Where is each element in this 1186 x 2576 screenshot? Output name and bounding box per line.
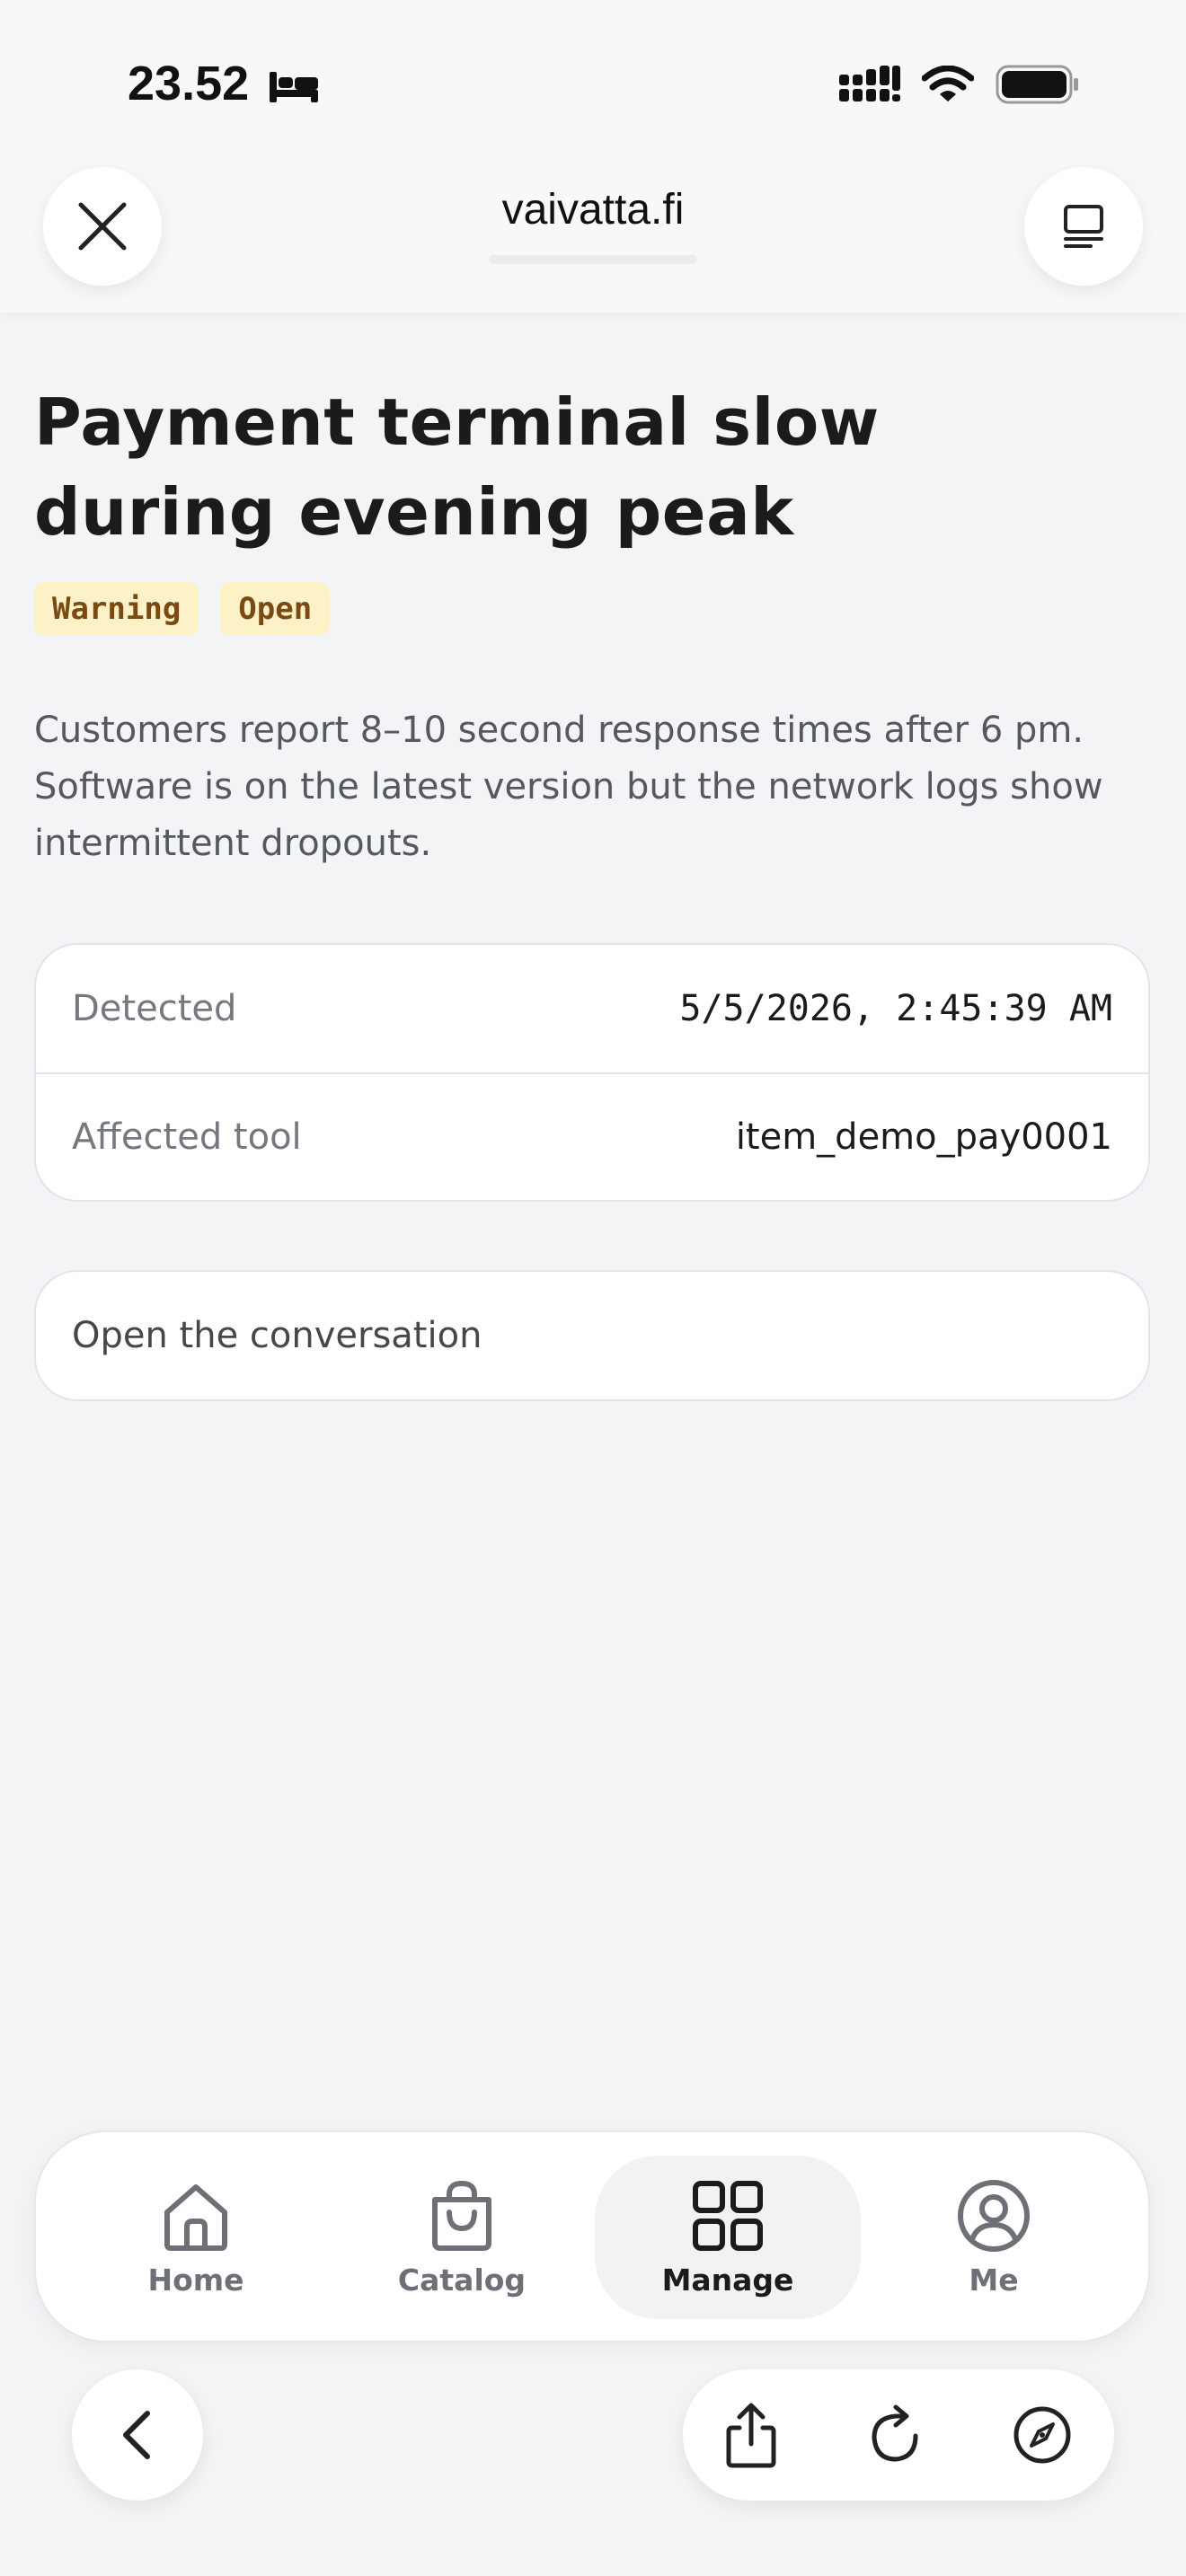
open-conversation-label: Open the conversation <box>72 1315 482 1356</box>
detail-row-detected: Detected 5/5/2026, 2:45:39 AM <box>36 945 1148 1072</box>
tab-label: Home <box>147 2262 244 2298</box>
browser-actions-pill <box>683 2369 1114 2501</box>
tab-label: Me <box>969 2262 1019 2298</box>
status-badge: Open <box>220 582 331 636</box>
page-load-indicator <box>489 255 697 264</box>
page-title: Payment terminal slow during evening pea… <box>34 384 880 550</box>
wifi-icon <box>922 66 974 101</box>
compass-button[interactable] <box>1006 2399 1078 2471</box>
detail-label: Affected tool <box>72 1116 302 1158</box>
status-time: 23.52 <box>128 57 250 110</box>
share-button[interactable] <box>715 2399 787 2471</box>
share-icon <box>726 2403 776 2468</box>
compass-icon <box>1013 2406 1071 2464</box>
browser-top-bar: 23.52 vaivatta.fi <box>0 0 1186 313</box>
tab-manage[interactable]: Manage <box>595 2156 861 2319</box>
reader-mode-icon <box>1064 205 1103 248</box>
bottom-tab-bar: Home Catalog Manage Me <box>34 2130 1150 2342</box>
detail-row-affected-tool: Affected tool item_demo_pay0001 <box>36 1072 1148 1200</box>
user-icon <box>958 2179 1030 2252</box>
chevron-left-icon <box>123 2411 150 2459</box>
address-bar-url[interactable]: vaivatta.fi <box>0 185 1186 234</box>
tab-catalog[interactable]: Catalog <box>329 2156 595 2319</box>
issue-details-card: Detected 5/5/2026, 2:45:39 AM Affected t… <box>34 943 1150 1202</box>
back-button[interactable] <box>72 2369 203 2501</box>
battery-icon <box>996 65 1078 104</box>
detail-label: Detected <box>72 988 237 1029</box>
status-indicators <box>839 65 1080 104</box>
tab-me[interactable]: Me <box>861 2156 1127 2319</box>
detail-value: item_demo_pay0001 <box>735 1116 1112 1158</box>
tab-label: Catalog <box>397 2262 527 2298</box>
sleep-mode-icon <box>270 72 318 102</box>
bag-icon <box>432 2180 491 2251</box>
open-conversation-button[interactable]: Open the conversation <box>34 1270 1150 1401</box>
status-badges: Warning Open <box>34 582 331 636</box>
home-icon <box>164 2183 227 2251</box>
reader-mode-button[interactable] <box>1024 167 1143 286</box>
issue-description: Customers report 8–10 second response ti… <box>34 710 1103 864</box>
cellular-signal-icon <box>839 66 900 101</box>
tab-label: Manage <box>661 2262 794 2298</box>
detail-value: 5/5/2026, 2:45:39 AM <box>679 988 1112 1029</box>
grid-icon <box>693 2180 763 2251</box>
reload-button[interactable] <box>861 2399 933 2471</box>
tab-home[interactable]: Home <box>63 2156 329 2319</box>
severity-badge: Warning <box>34 582 199 636</box>
reload-icon <box>872 2404 918 2462</box>
